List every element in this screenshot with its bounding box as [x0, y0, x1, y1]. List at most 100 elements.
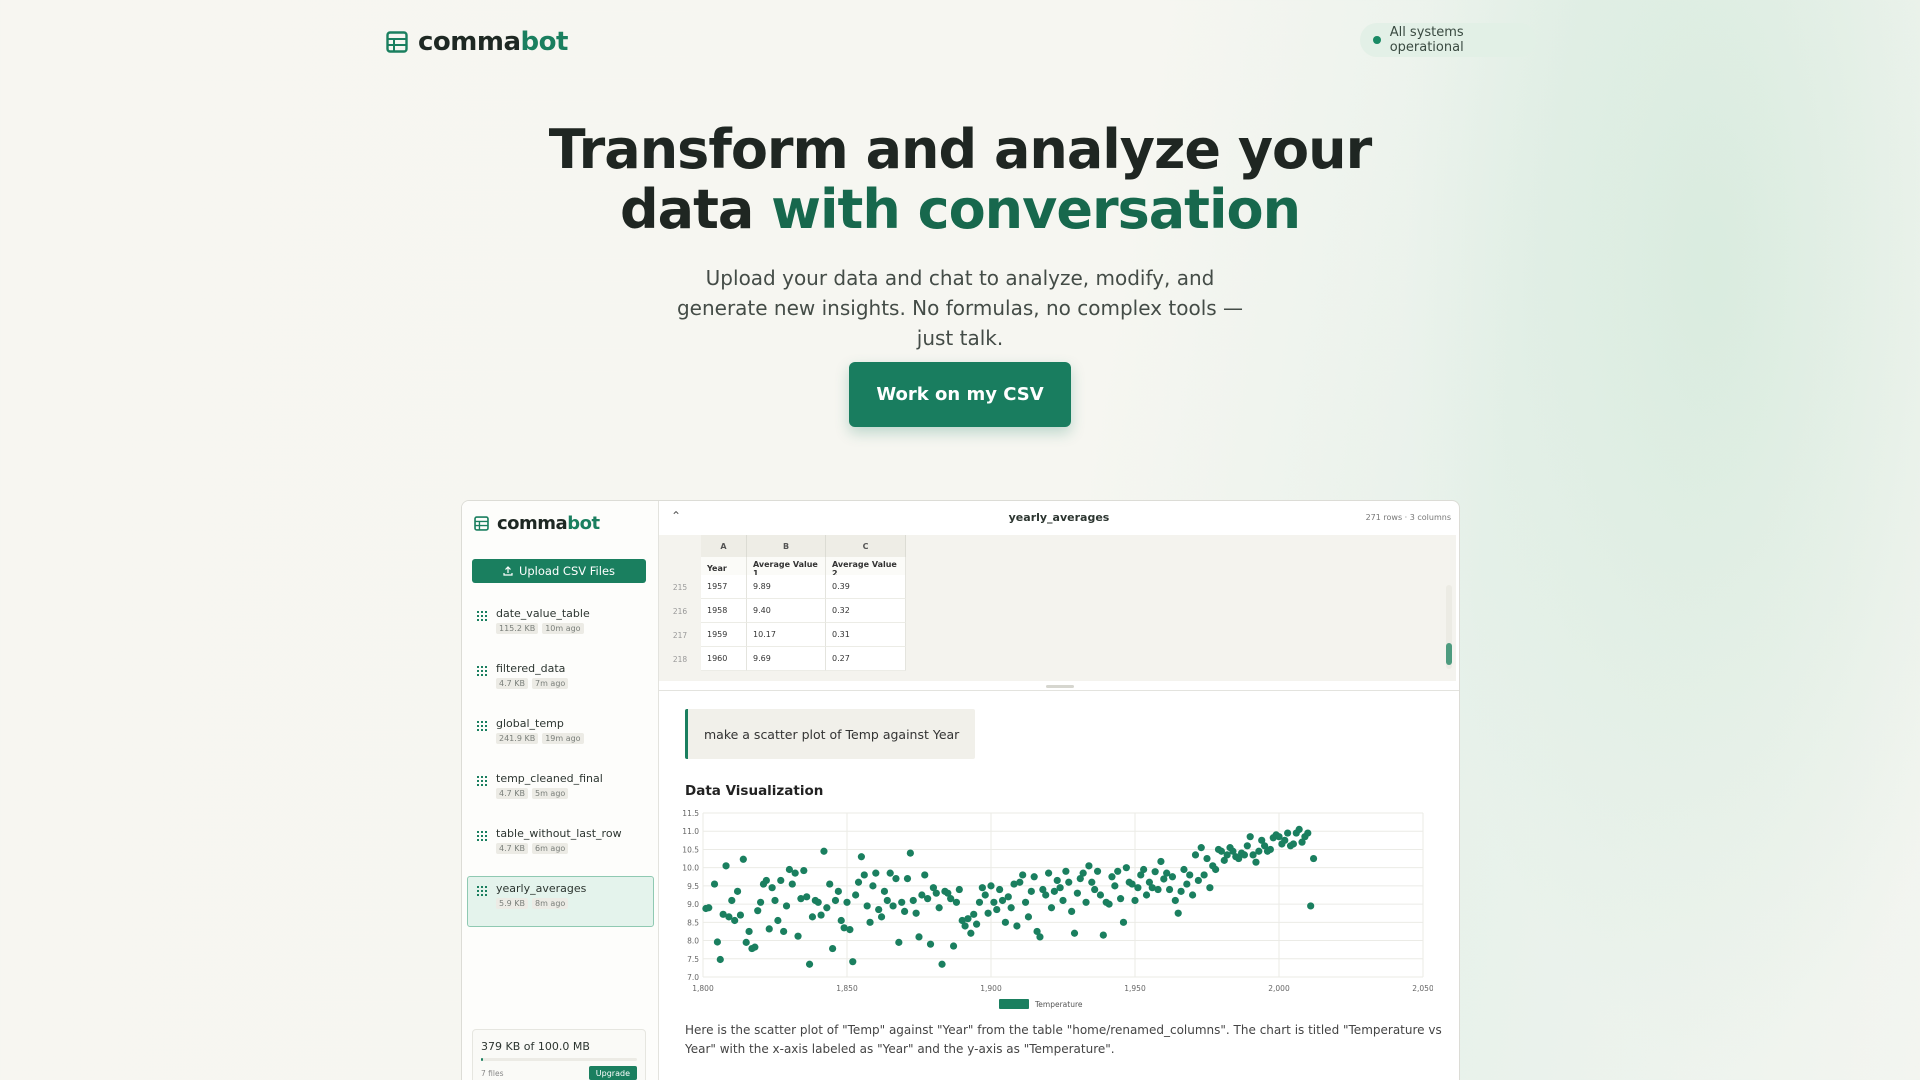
sidebar-brand-name: commabot [497, 513, 600, 534]
data-point [1070, 929, 1079, 937]
data-point [909, 896, 917, 905]
table-cell[interactable]: 1957 [701, 575, 747, 599]
table-cell[interactable]: 9.40 [747, 599, 826, 623]
column-letter-header: A [701, 535, 747, 557]
file-name: filtered_data [496, 662, 566, 675]
data-point [837, 916, 845, 925]
data-point [877, 913, 886, 921]
legend-label: Temperature [1034, 1000, 1083, 1009]
data-point [1142, 891, 1151, 899]
data-point [895, 938, 903, 946]
file-item[interactable]: global_temp 241.9 KB 19m ago [467, 711, 654, 762]
data-point [1079, 869, 1087, 877]
brand-logo[interactable]: commabot [386, 27, 568, 57]
data-point [1157, 857, 1165, 866]
table-cell[interactable]: 0.39 [826, 575, 906, 599]
data-point [964, 915, 972, 923]
data-point [765, 925, 773, 933]
row-number: 216 [659, 599, 701, 623]
file-name: table_without_last_row [496, 827, 622, 840]
file-list: date_value_table 115.2 KB 10m ago filtered_… [467, 601, 654, 931]
column-letter-header: C [826, 535, 906, 557]
data-point [800, 866, 808, 875]
x-tick-label: 1,800 [692, 984, 714, 993]
hero-subtitle: Upload your data and chat to analyze, mo… [676, 266, 1244, 350]
data-point [1203, 854, 1211, 863]
assistant-answer: Here is the scatter plot of "Temp" again… [685, 1023, 1442, 1056]
data-point [1013, 922, 1021, 930]
data-point [1246, 833, 1254, 841]
table-cell[interactable]: 1958 [701, 599, 747, 623]
data-point [990, 898, 998, 906]
table-cell[interactable]: 0.32 [826, 599, 906, 623]
file-meta: 4.7 KB 6m ago [496, 843, 569, 854]
y-tick-label: 10.5 [682, 845, 699, 854]
panel-divider [659, 690, 1459, 691]
data-point [774, 916, 782, 925]
data-point [757, 898, 765, 906]
data-point [915, 933, 923, 941]
data-point [1177, 887, 1185, 895]
x-tick-label: 1,850 [836, 984, 858, 993]
row-number: 218 [659, 647, 701, 671]
table-cell[interactable]: 9.69 [747, 647, 826, 671]
table-meta: 271 rows · 3 columns [1365, 513, 1451, 522]
data-point [846, 926, 854, 934]
data-point [987, 882, 995, 890]
data-point [1151, 868, 1159, 876]
file-item[interactable]: date_value_table 115.2 KB 10m ago [467, 601, 654, 652]
file-item[interactable]: filtered_data 4.7 KB 7m ago [467, 656, 654, 707]
data-point [808, 913, 817, 921]
file-item[interactable]: table_without_last_row 4.7 KB 6m ago [467, 821, 654, 872]
system-status-badge[interactable]: All systems operational [1360, 23, 1536, 57]
x-tick-label: 1,900 [980, 984, 1002, 993]
data-point [713, 938, 721, 946]
data-point [1027, 887, 1035, 895]
data-point [834, 887, 842, 895]
data-point [762, 876, 770, 885]
data-point [1255, 847, 1263, 855]
data-point [970, 910, 978, 918]
data-point [736, 911, 745, 919]
table-cell[interactable]: 0.31 [826, 623, 906, 647]
panel-resize-handle[interactable] [1046, 685, 1074, 688]
file-meta: 4.7 KB 7m ago [496, 678, 569, 689]
grid-scrollbar[interactable] [1446, 585, 1452, 669]
data-point [961, 922, 969, 930]
data-point [1189, 891, 1197, 899]
hero-title-line2: data with conversation [0, 180, 1920, 240]
work-on-csv-button[interactable]: Work on my CSV [849, 362, 1071, 427]
x-tick-label: 2,050 [1412, 984, 1433, 993]
data-point [791, 869, 799, 877]
file-item[interactable]: yearly_averages 5.9 KB 8m ago [467, 876, 654, 927]
storage-panel: 379 KB of 100.0 MB 7 files Upgrade [472, 1029, 646, 1080]
table-cell[interactable]: 1960 [701, 647, 747, 671]
sidebar-logo[interactable]: commabot [474, 513, 600, 534]
data-point [1309, 854, 1318, 863]
table-cell[interactable]: 9.89 [747, 575, 826, 599]
table-cell[interactable]: 10.17 [747, 623, 826, 647]
data-point [728, 896, 736, 905]
data-grid: A B C Year Average Value 1 Average Value 2 215… [659, 535, 1456, 681]
table-cell[interactable]: 1959 [701, 623, 747, 647]
data-point [872, 869, 880, 877]
data-point [863, 902, 871, 910]
data-point [1180, 865, 1188, 874]
file-age-badge: 6m ago [532, 843, 569, 854]
data-point [926, 940, 935, 948]
file-item[interactable]: temp_cleaned_final 4.7 KB 5m ago [467, 766, 654, 817]
file-meta: 115.2 KB 10m ago [496, 623, 584, 634]
app-preview-window: commabot Upload CSV Files date_value_tab… [461, 500, 1460, 1080]
data-point [742, 938, 750, 946]
data-point [883, 896, 891, 905]
file-size-badge: 241.9 KB [496, 733, 539, 744]
file-size-badge: 5.9 KB [496, 898, 528, 909]
table-cell[interactable]: 0.27 [826, 647, 906, 671]
data-point [1206, 884, 1214, 892]
grid-scrollbar-thumb[interactable] [1446, 643, 1452, 665]
upgrade-button[interactable]: Upgrade [588, 1066, 637, 1080]
upload-csv-button[interactable]: Upload CSV Files [472, 559, 646, 583]
data-point [903, 875, 912, 883]
data-point [1171, 896, 1179, 905]
data-point [814, 898, 822, 906]
